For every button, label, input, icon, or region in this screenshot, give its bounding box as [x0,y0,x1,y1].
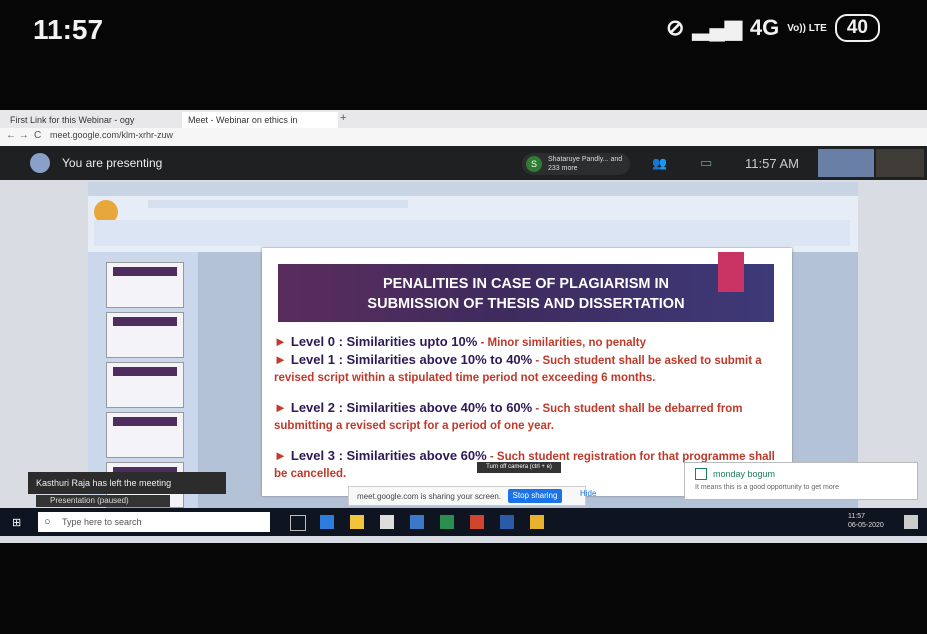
presentation-label: Presentation (paused) [36,495,170,507]
people-icon[interactable]: 👥 [652,156,667,170]
mail-icon[interactable] [410,515,424,529]
notification-title: monday bogum [713,469,776,479]
bullet-level-2: ► Level 2 : Similarities above 40% to 60%… [274,400,784,434]
chrome-icon[interactable] [530,515,544,529]
reload-icon[interactable]: C [34,130,41,141]
search-placeholder: Type here to search [62,517,142,527]
bullet-level-text: Level 3 : Similarities above 60% [290,448,487,463]
presenting-label: You are presenting [62,156,163,170]
participant-video-tile [876,149,924,177]
tray-date: 06-05-2020 [848,522,884,529]
stop-sharing-button[interactable]: Stop sharing [508,489,562,503]
store-icon[interactable] [380,515,394,529]
file-explorer-icon[interactable] [350,515,364,529]
edge-icon[interactable] [320,515,334,529]
avatar [30,153,50,173]
chat-icon[interactable]: ▭ [700,155,712,171]
participants-chip[interactable]: S Shataruye Pandly... and 233 more [522,153,630,175]
ppt-title-bar [88,182,858,196]
notification-body: It means this is a good opportunity to g… [695,484,839,491]
signal-icon: ▂▄▆ [692,15,742,40]
thumbnail-title-bar [113,367,177,376]
meet-clock: 11:57 AM [745,156,799,171]
left-meeting-toast: Kasthuri Raja has left the meeting [28,472,226,494]
browser-tab-bar: First Link for this Webinar - ogy Meet -… [0,110,927,128]
slide-title: PENALITIES IN CASE OF PLAGIARISM IN SUBM… [278,264,774,322]
browser-tab-meet[interactable]: Meet - Webinar on ethics in [182,112,338,128]
camera-tooltip: Turn off camera (ctrl + e) [477,462,561,473]
current-slide: PENALITIES IN CASE OF PLAGIARISM IN SUBM… [262,248,792,496]
word-icon[interactable] [500,515,514,529]
ppt-ribbon [88,196,858,253]
browser-tab-webinar[interactable]: First Link for this Webinar - ogy [4,112,180,128]
slide-thumbnail[interactable] [106,262,184,308]
address-bar: ← → C meet.google.com/klm-xrhr-zuw [0,128,927,147]
bullet-level-text: Level 0 : Similarities upto 10% [290,334,478,349]
chat-icon [695,468,707,480]
bullet-level-1: ► Level 1 : Similarities above 10% to 40%… [274,352,784,386]
slide-thumbnail[interactable] [106,412,184,458]
taskbar-search[interactable]: ○ Type here to search [38,512,270,532]
new-tab-icon[interactable]: + [340,112,346,124]
task-view-icon[interactable] [290,515,306,531]
slide-accent-block [718,252,744,292]
thumbnail-title-bar [113,267,177,276]
status-time: 11:57 [33,14,104,45]
bullet-arrow-icon: ► [274,400,287,415]
bullet-level-0: ► Level 0 : Similarities upto 10% - Minor… [274,334,784,351]
bullet-arrow-icon: ► [274,352,287,367]
ribbon-tabs[interactable] [148,200,408,208]
meet-bar: You are presenting S Shataruye Pandly...… [0,146,927,180]
slide-title-line1: PENALITIES IN CASE OF PLAGIARISM IN [383,276,669,292]
bullet-arrow-icon: ► [274,448,287,463]
bullet-desc: - Minor similarities, no penalty [477,337,646,349]
powerpoint-icon[interactable] [470,515,484,529]
chat-notification[interactable]: monday bogum It means this is a good opp… [684,462,918,500]
tray-time: 11:57 [848,513,865,520]
slide-title-line2: SUBMISSION OF THESIS AND DISSERTATION [367,296,685,312]
hide-button[interactable]: Hide [580,489,596,498]
volte-badge: Vo)) LTE [787,22,827,34]
participant-avatar: S [526,156,542,172]
slide-thumbnail[interactable] [106,312,184,358]
notification-center-icon[interactable] [904,515,918,529]
thumbnail-title-bar [113,417,177,426]
network-type: 4G [749,15,780,40]
bullet-level-text: Level 2 : Similarities above 40% to 60% [290,400,533,415]
url-field[interactable]: meet.google.com/klm-xrhr-zuw [50,130,173,140]
excel-icon[interactable] [440,515,454,529]
bullet-arrow-icon: ► [274,334,287,349]
no-sim-icon: ⊘ [666,15,685,40]
thumbnail-title-bar [113,317,177,326]
windows-taskbar: ⊞ ○ Type here to search 11:57 06-05-2020 [0,508,927,536]
participants-text: Shataruye Pandly... and 233 more [548,156,623,172]
battery-indicator: 40 [834,14,880,42]
tray-clock[interactable]: 11:57 06-05-2020 [848,512,884,530]
status-icons: ⊘ ▂▄▆ 4G Vo)) LTE 40 [666,14,880,42]
windows-start-icon[interactable]: ⊞ [12,516,21,529]
back-icon[interactable]: ← → [6,130,29,141]
search-icon: ○ [44,516,51,528]
slide-thumbnail[interactable] [106,362,184,408]
self-video-tile [818,149,874,177]
ribbon-commands[interactable] [94,220,850,246]
bullet-level-text: Level 1 : Similarities above 10% to 40% [290,352,533,367]
